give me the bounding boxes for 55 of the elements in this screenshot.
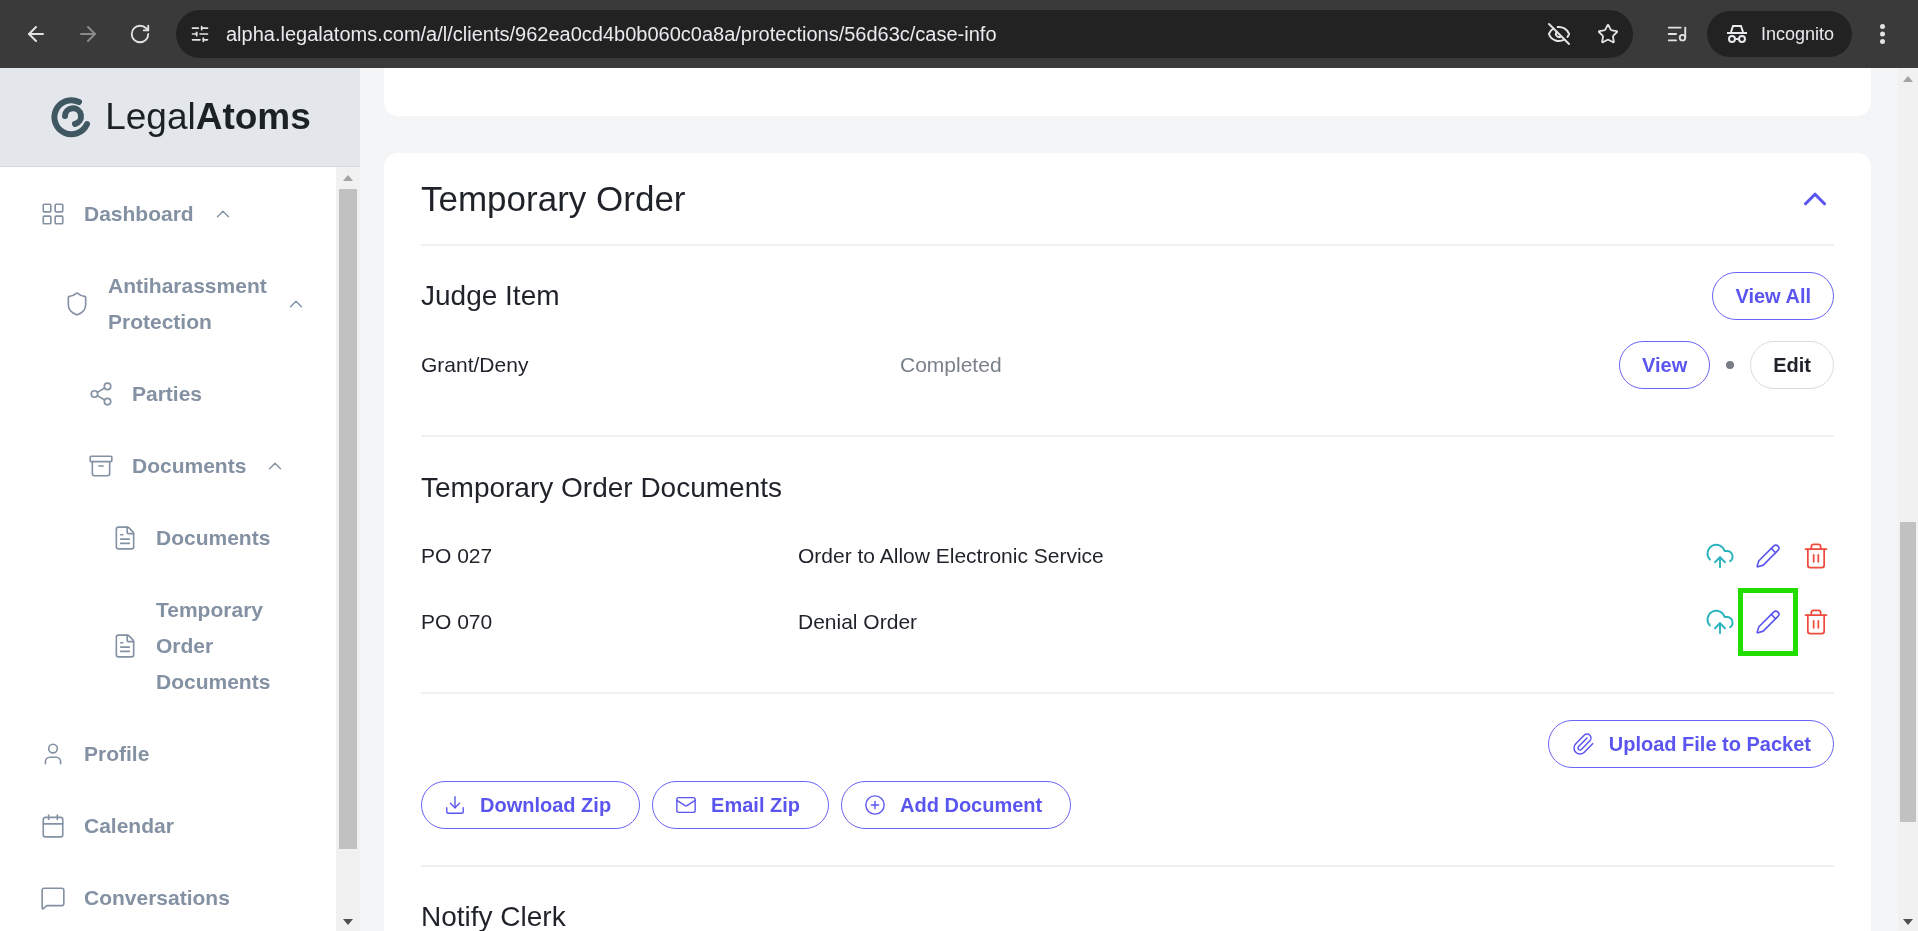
edit-button[interactable]: Edit — [1750, 341, 1834, 389]
more-icon — [1879, 24, 1885, 44]
section-title: Temporary Order — [421, 178, 686, 219]
sidebar-item[interactable]: Parties — [0, 358, 336, 430]
sidebar-item[interactable]: Dashboard — [0, 178, 336, 250]
subsection-title: Judge Item — [421, 281, 560, 311]
scrollbar[interactable] — [336, 167, 360, 931]
pencil-icon — [1755, 543, 1781, 569]
share-icon — [88, 381, 114, 407]
calendar-icon — [40, 813, 66, 839]
separator-dot — [1726, 361, 1735, 369]
star-icon[interactable] — [1596, 23, 1619, 45]
action-button[interactable]: Email Zip — [652, 781, 829, 829]
subsection-title: Temporary Order Documents — [421, 473, 783, 503]
incognito-button[interactable]: Incognito — [1706, 11, 1852, 57]
document-name: Denial Order — [798, 610, 919, 634]
sidebar-item[interactable]: Profile — [0, 718, 336, 790]
chat-icon — [40, 885, 66, 911]
paperclip-icon — [1570, 732, 1595, 756]
url-text: alpha.legalatoms.com/a/l/clients/962ea0cd4b0b060c0a8a/protections/56d63c/case-info — [226, 22, 998, 46]
mail-icon — [675, 794, 698, 816]
site-info-icon[interactable] — [190, 24, 210, 44]
sidebar-item[interactable]: Antiharassment Protection — [0, 250, 336, 358]
edit-button[interactable] — [1738, 588, 1798, 656]
trash-icon — [1802, 608, 1830, 636]
logo-text: LegalAtoms — [105, 96, 311, 138]
sidebar-item[interactable]: Temporary Order Documents — [0, 574, 336, 718]
reload-icon — [129, 23, 151, 45]
document-name: Order to Allow Electronic Service — [798, 544, 1105, 568]
incognito-icon — [1724, 24, 1749, 44]
address-bar[interactable]: alpha.legalatoms.com/a/l/clients/962ea0cd4b0b060c0a8a/protections/56d63c/case-info — [176, 10, 1633, 58]
item-status: Completed — [900, 353, 1003, 377]
page-scrollbar[interactable] — [1898, 68, 1918, 931]
action-button[interactable]: Add Document — [841, 781, 1072, 829]
sidebar-item[interactable]: Conversations — [0, 862, 336, 931]
upload-file-button[interactable]: Upload File to Packet — [1547, 720, 1834, 768]
sidebar-item[interactable]: Documents — [0, 430, 336, 502]
document-code: PO 027 — [421, 544, 494, 568]
view-button[interactable]: View — [1619, 341, 1711, 389]
cloud-upload-icon — [1705, 541, 1735, 571]
download-icon — [444, 794, 466, 816]
grid-icon — [40, 201, 66, 227]
cloud-upload-icon — [1705, 607, 1735, 637]
sidebar-item[interactable]: Calendar — [0, 790, 336, 862]
pencil-icon — [1755, 609, 1781, 635]
archive-icon — [88, 453, 114, 479]
plus-circle-icon — [864, 794, 886, 816]
subsection-title: Notify Clerk — [421, 902, 567, 931]
item-name: Grant/Deny — [421, 353, 530, 377]
document-code: PO 070 — [421, 610, 494, 634]
sidebar-item[interactable]: Documents — [0, 502, 336, 574]
view-all-button[interactable]: View All — [1712, 272, 1834, 320]
action-button[interactable]: Download Zip — [421, 781, 641, 829]
eye-off-icon[interactable] — [1546, 22, 1571, 46]
trash-icon — [1802, 542, 1830, 570]
